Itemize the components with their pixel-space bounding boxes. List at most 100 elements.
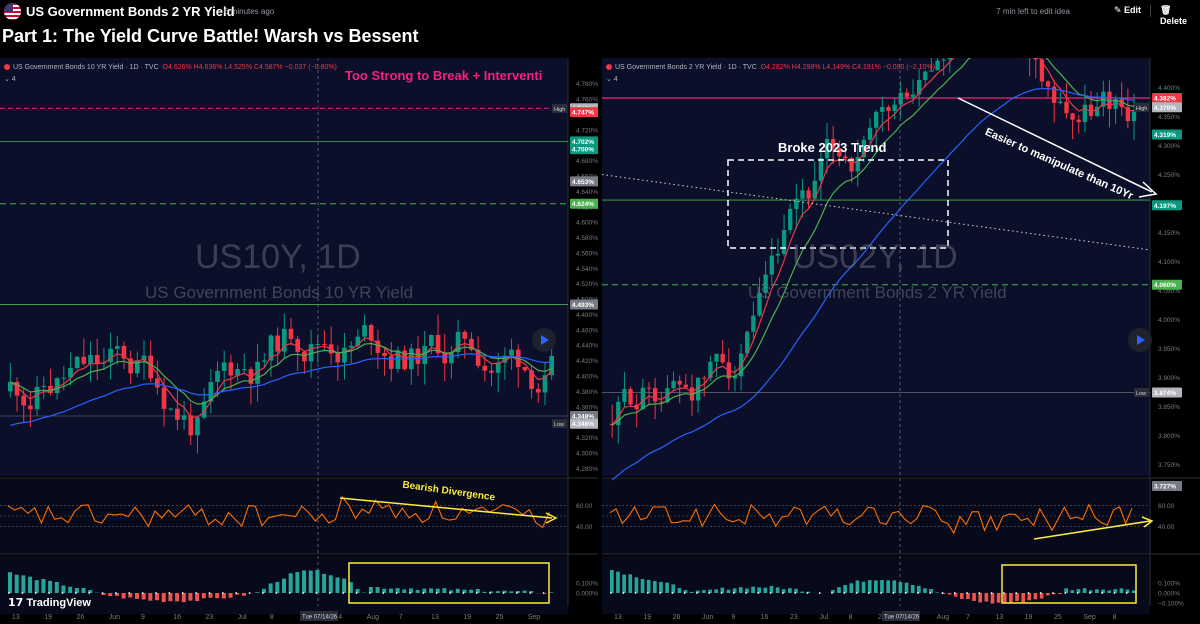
macd-signal-dot — [248, 592, 251, 594]
replay-play-icon[interactable] — [532, 328, 556, 352]
macd-tick-label: −0.100% — [1158, 601, 1184, 608]
x-tick-label: 26 — [673, 614, 681, 621]
macd-bar — [646, 579, 651, 593]
candle-body — [415, 348, 421, 364]
macd-signal-dot — [880, 592, 883, 594]
macd-bar — [275, 581, 280, 593]
candle-body — [1076, 119, 1081, 123]
symbol-watermark: US10Y, 1D — [195, 238, 361, 276]
macd-bar — [121, 593, 126, 599]
macd-bar — [8, 572, 13, 593]
macd-signal-dot — [328, 592, 331, 594]
candle-body — [322, 343, 327, 345]
candle-body — [41, 385, 47, 387]
macd-signal-dot — [288, 592, 291, 594]
macd-bar — [800, 591, 805, 593]
macd-signal-dot — [892, 592, 895, 594]
y-tick-label: 4.540% — [576, 266, 598, 273]
edit-label: Edit — [1124, 5, 1142, 15]
candle-body — [362, 325, 367, 337]
candle-body — [788, 208, 793, 231]
candle-body — [261, 360, 267, 362]
macd-bar — [726, 589, 731, 593]
candle-body — [228, 362, 234, 376]
candle-body — [806, 190, 811, 199]
candle-body — [904, 92, 909, 97]
macd-signal-dot — [262, 592, 264, 594]
x-tick-label: 25 — [496, 614, 504, 621]
crosshair-date: Tue 07/14/26 — [884, 615, 920, 621]
chart-us10y[interactable]: 4.780%4.760%4.740%4.720%4.700%4.680%4.66… — [0, 58, 598, 624]
indicators-toggle[interactable]: ⌄ 4 — [4, 75, 16, 83]
candle-body — [1058, 101, 1063, 104]
macd-signal-dot — [422, 592, 425, 594]
candle-body — [495, 362, 501, 373]
macd-bar — [984, 593, 989, 602]
candle-body — [28, 405, 33, 410]
candle-body — [794, 198, 799, 209]
candle-body — [751, 315, 756, 332]
chart-canvas-us10y[interactable]: 4.780%4.760%4.740%4.720%4.700%4.680%4.66… — [0, 58, 598, 624]
candle-body — [155, 378, 160, 388]
y-tick-label: 4.720% — [576, 127, 598, 134]
x-tick-label: Aug — [937, 614, 950, 621]
chart-canvas-us02y[interactable]: 4.400%4.350%4.300%4.250%4.200%4.150%4.10… — [602, 58, 1200, 624]
macd-bar — [837, 587, 841, 593]
y-tick-label: 4.560% — [576, 250, 598, 257]
macd-bar — [634, 577, 639, 593]
candle-body — [181, 415, 187, 420]
tradingview-logo-text: TradingView — [26, 597, 91, 609]
candle-body — [720, 353, 725, 363]
macd-bar — [41, 578, 46, 593]
macd-signal-dot — [221, 592, 224, 594]
macd-signal-dot — [342, 592, 345, 594]
candle-body — [714, 353, 719, 362]
y-tick-label: 4.640% — [576, 189, 598, 196]
macd-signal-dot — [115, 592, 117, 594]
y-tick-label: 4.780% — [576, 81, 598, 88]
y-tick-label: 3.850% — [1158, 404, 1180, 411]
macd-bar — [689, 591, 694, 593]
macd-bar — [108, 593, 113, 597]
x-tick-label: Jun — [702, 614, 713, 621]
x-tick-label: 9 — [731, 614, 735, 621]
macd-bar — [134, 593, 139, 599]
macd-bar — [549, 592, 554, 593]
edit-button[interactable]: ✎ Edit — [1114, 5, 1141, 16]
y-tick-label: 3.800% — [1158, 433, 1180, 440]
macd-signal-dot — [355, 592, 358, 594]
candle-body — [175, 408, 180, 420]
macd-signal-dot — [659, 592, 662, 594]
macd-signal-dot — [732, 592, 735, 594]
y-tick-label: 4.400% — [576, 374, 598, 381]
candle-body — [241, 369, 247, 371]
x-tick-label: 8 — [1113, 614, 1117, 621]
symbol-title[interactable]: US Government Bonds 2 YR Yield — [26, 4, 235, 19]
macd-bar — [81, 587, 86, 593]
macd-signal-dot — [1113, 592, 1116, 594]
macd-bar — [904, 582, 909, 593]
candle-body — [775, 253, 781, 256]
x-tick-label: 19 — [1025, 614, 1033, 621]
macd-signal-dot — [141, 592, 144, 594]
annotation-too-strong: Too Strong to Break + Interventi — [345, 68, 543, 83]
macd-signal-dot — [516, 592, 518, 594]
published-time: 6 minutes ago — [224, 7, 275, 16]
price-tag-value: 4.493% — [572, 302, 594, 309]
macd-bar — [874, 580, 878, 593]
macd-signal-dot — [610, 592, 612, 594]
macd-bar — [1082, 588, 1087, 593]
indicators-toggle[interactable]: ⌄ 4 — [606, 75, 618, 83]
macd-signal-dot — [904, 592, 907, 594]
macd-signal-dot — [21, 592, 24, 594]
macd-bar — [161, 593, 166, 603]
delete-button[interactable]: 🗑 Delete — [1160, 5, 1200, 26]
replay-play-icon[interactable] — [1128, 328, 1152, 352]
chart-us02y[interactable]: 4.400%4.350%4.300%4.250%4.200%4.150%4.10… — [602, 58, 1200, 624]
y-tick-label: 4.480% — [576, 312, 598, 319]
y-tick-label: 3.900% — [1158, 375, 1180, 382]
candle-body — [683, 384, 688, 388]
y-tick-label: 4.100% — [1158, 259, 1180, 266]
candle-body — [509, 349, 514, 356]
macd-bar — [1002, 593, 1007, 604]
